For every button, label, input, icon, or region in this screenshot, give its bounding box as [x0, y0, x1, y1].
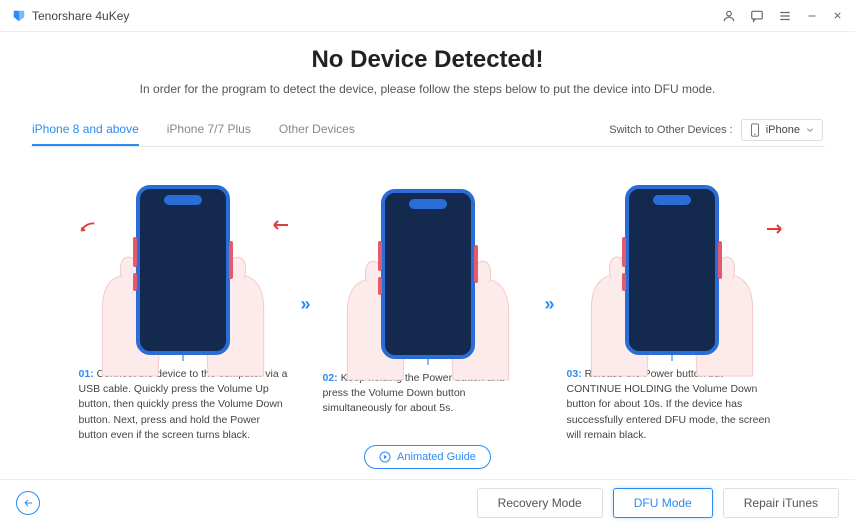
back-button[interactable]: [16, 491, 40, 515]
step-3-illustration: [567, 165, 777, 355]
arrow-left-icon: [76, 219, 98, 240]
play-icon: [379, 451, 391, 463]
close-icon[interactable]: [832, 10, 843, 21]
tab-iphone8[interactable]: iPhone 8 and above: [32, 114, 139, 146]
device-type-select[interactable]: iPhone: [741, 119, 823, 141]
app-name: Tenorshare 4uKey: [32, 9, 129, 23]
phone-icon: [750, 123, 760, 137]
repair-itunes-button[interactable]: Repair iTunes: [723, 488, 839, 518]
arrow-right-icon: [765, 223, 785, 238]
user-icon[interactable]: [722, 9, 736, 23]
switch-label: Switch to Other Devices :: [609, 124, 733, 136]
minimize-icon[interactable]: [806, 10, 818, 22]
footer: Recovery Mode DFU Mode Repair iTunes: [0, 479, 855, 525]
tab-other[interactable]: Other Devices: [279, 114, 355, 146]
dfu-mode-button[interactable]: DFU Mode: [613, 488, 713, 518]
step-1-illustration: [78, 165, 288, 355]
phone-illustration: [136, 185, 230, 355]
menu-icon[interactable]: [778, 9, 792, 23]
step-1: 01: Connect the device to the computer v…: [78, 165, 288, 443]
arrow-right-icon: [270, 219, 290, 234]
step-2: 02: Keep holding the Power button and pr…: [323, 169, 533, 439]
steps-container: 01: Connect the device to the computer v…: [30, 165, 825, 443]
step-3: 03: Release the Power button but CONTINU…: [567, 165, 777, 443]
page-subtitle: In order for the program to detect the d…: [30, 82, 825, 96]
page-title: No Device Detected!: [30, 46, 825, 74]
titlebar: Tenorshare 4uKey: [0, 0, 855, 32]
feedback-icon[interactable]: [750, 9, 764, 23]
recovery-mode-button[interactable]: Recovery Mode: [477, 488, 603, 518]
arrow-left-icon: [22, 497, 34, 509]
chevron-down-icon: [806, 126, 814, 134]
titlebar-controls: [722, 9, 843, 23]
step-2-illustration: [323, 169, 533, 359]
phone-illustration: [625, 185, 719, 355]
phone-illustration: [381, 189, 475, 359]
tab-iphone7[interactable]: iPhone 7/7 Plus: [167, 114, 251, 146]
animated-guide-button[interactable]: Animated Guide: [364, 445, 491, 469]
app-logo: [12, 9, 26, 23]
device-tabs-row: iPhone 8 and above iPhone 7/7 Plus Other…: [30, 114, 825, 147]
